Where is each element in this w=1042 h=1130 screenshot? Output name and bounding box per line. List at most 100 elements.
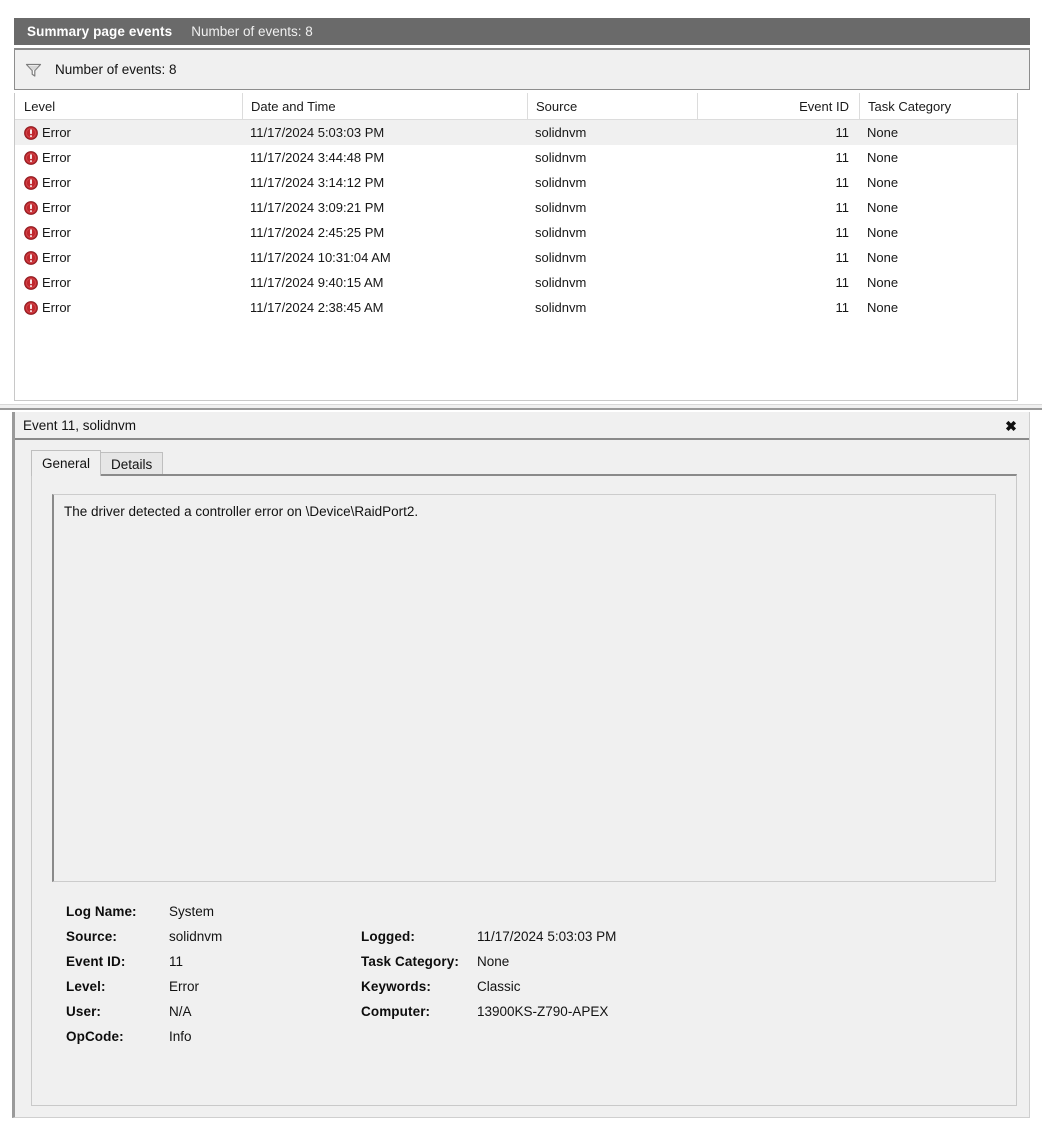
metadata-right-label: Logged:: [361, 929, 415, 944]
cell-level: Error: [15, 120, 242, 145]
error-icon: [24, 175, 38, 190]
cell-date-and-time: 11/17/2024 3:14:12 PM: [250, 175, 385, 190]
level-label: Error: [42, 125, 71, 140]
metadata-left-label: User:: [66, 1004, 102, 1019]
cell-task-category: None: [867, 300, 899, 315]
event-list-body: Error 11/17/2024 5:03:03 PM solidnvm 11 None…: [15, 120, 1017, 320]
event-viewer-window: Summary page events Number of events: 8 …: [0, 0, 1042, 1130]
metadata-right-label: Task Category:: [361, 954, 459, 969]
cell-event-id: 11: [835, 200, 850, 215]
funnel-filter-icon[interactable]: [23, 61, 43, 79]
cell-source: solidnvm: [535, 225, 587, 240]
cell-level: Error: [15, 295, 242, 320]
table-row[interactable]: Error 11/17/2024 2:38:45 AM solidnvm 11 None: [15, 295, 1017, 320]
cell-task-category: None: [867, 175, 899, 190]
level-label: Error: [42, 250, 71, 265]
cell-event-id: 11: [835, 125, 850, 140]
table-row[interactable]: Error 11/17/2024 5:03:03 PM solidnvm 11 None: [15, 120, 1017, 145]
metadata-right-label: Computer:: [361, 1004, 431, 1019]
level-label: Error: [42, 200, 71, 215]
cell-date-and-time: 11/17/2024 10:31:04 AM: [250, 250, 391, 265]
level-label: Error: [42, 150, 71, 165]
general-tab-panel: The driver detected a controller error o…: [31, 474, 1017, 1106]
error-icon: [24, 250, 38, 265]
metadata-right-value: 11/17/2024 5:03:03 PM: [477, 929, 617, 944]
metadata-left-value: Info: [169, 1029, 192, 1044]
column-header-event-id[interactable]: Event ID: [697, 93, 859, 120]
metadata-row: OpCode: Info: [66, 1029, 966, 1054]
metadata-left-value: System: [169, 904, 215, 919]
metadata-left-value: 11: [169, 954, 184, 969]
metadata-row: User: N/A Computer: 13900KS-Z790-APEX: [66, 1004, 966, 1029]
metadata-right-value: 13900KS-Z790-APEX: [477, 1004, 609, 1019]
cell-task-category: None: [867, 150, 899, 165]
table-row[interactable]: Error 11/17/2024 9:40:15 AM solidnvm 11 None: [15, 270, 1017, 295]
column-header-source[interactable]: Source: [527, 93, 697, 120]
metadata-row: Log Name: System: [66, 904, 966, 929]
metadata-left-label: Event ID:: [66, 954, 126, 969]
metadata-left-label: OpCode:: [66, 1029, 124, 1044]
metadata-right-value: Classic: [477, 979, 521, 994]
cell-level: Error: [15, 270, 242, 295]
close-icon[interactable]: ✖: [1001, 416, 1021, 436]
metadata-row: Level: Error Keywords: Classic: [66, 979, 966, 1004]
cell-date-and-time: 11/17/2024 5:03:03 PM: [250, 125, 385, 140]
level-label: Error: [42, 275, 71, 290]
metadata-left-label: Source:: [66, 929, 117, 944]
event-description[interactable]: The driver detected a controller error o…: [52, 494, 996, 882]
cell-event-id: 11: [835, 300, 850, 315]
cell-source: solidnvm: [535, 300, 587, 315]
cell-date-and-time: 11/17/2024 3:09:21 PM: [250, 200, 385, 215]
metadata-left-value: Error: [169, 979, 199, 994]
table-row[interactable]: Error 11/17/2024 3:44:48 PM solidnvm 11 None: [15, 145, 1017, 170]
cell-level: Error: [15, 245, 242, 270]
metadata-right-label: Keywords:: [361, 979, 431, 994]
cell-level: Error: [15, 145, 242, 170]
cell-event-id: 11: [835, 250, 850, 265]
cell-source: solidnvm: [535, 200, 587, 215]
cell-event-id: 11: [835, 175, 850, 190]
level-label: Error: [42, 300, 71, 315]
cell-source: solidnvm: [535, 150, 587, 165]
error-icon: [24, 125, 38, 140]
event-list[interactable]: Level Date and Time Source Event ID Task…: [14, 93, 1018, 401]
cell-task-category: None: [867, 275, 899, 290]
cell-date-and-time: 11/17/2024 2:45:25 PM: [250, 225, 385, 240]
error-icon: [24, 275, 38, 290]
metadata-left-value: N/A: [169, 1004, 192, 1019]
tab-details[interactable]: Details: [100, 452, 164, 476]
metadata-left-value: solidnvm: [169, 929, 223, 944]
pane-splitter[interactable]: [0, 404, 1042, 410]
metadata-row: Source: solidnvm Logged: 11/17/2024 5:03:03…: [66, 929, 966, 954]
event-detail-header: Event 11, solidnvm ✖: [15, 412, 1029, 440]
column-header-task-category[interactable]: Task Category: [859, 93, 1017, 120]
metadata-left-label: Level:: [66, 979, 106, 994]
cell-source: solidnvm: [535, 175, 587, 190]
cell-event-id: 11: [835, 225, 850, 240]
cell-level: Error: [15, 195, 242, 220]
metadata-left-label: Log Name:: [66, 904, 137, 919]
level-label: Error: [42, 175, 71, 190]
column-header-level[interactable]: Level: [15, 93, 242, 120]
column-header-date-and-time[interactable]: Date and Time: [242, 93, 527, 120]
metadata-row: Event ID: 11 Task Category: None: [66, 954, 966, 979]
banner-title: Summary page events: [27, 24, 173, 39]
cell-task-category: None: [867, 250, 899, 265]
error-icon: [24, 150, 38, 165]
cell-task-category: None: [867, 125, 899, 140]
filter-event-count: Number of events: 8: [55, 62, 177, 77]
table-row[interactable]: Error 11/17/2024 3:09:21 PM solidnvm 11 None: [15, 195, 1017, 220]
summary-banner: Summary page events Number of events: 8: [14, 18, 1030, 45]
cell-task-category: None: [867, 200, 899, 215]
cell-date-and-time: 11/17/2024 2:38:45 AM: [250, 300, 384, 315]
cell-date-and-time: 11/17/2024 3:44:48 PM: [250, 150, 385, 165]
filter-bar: Number of events: 8: [14, 48, 1030, 90]
error-icon: [24, 200, 38, 215]
error-icon: [24, 300, 38, 315]
table-row[interactable]: Error 11/17/2024 2:45:25 PM solidnvm 11 None: [15, 220, 1017, 245]
event-detail-pane: Event 11, solidnvm ✖ General Details The…: [12, 412, 1030, 1118]
table-row[interactable]: Error 11/17/2024 10:31:04 AM solidnvm 11 Non…: [15, 245, 1017, 270]
event-metadata-grid: Log Name: System Source: solidnvm Logged: 11/…: [66, 904, 966, 1054]
tab-general[interactable]: General: [31, 450, 102, 476]
table-row[interactable]: Error 11/17/2024 3:14:12 PM solidnvm 11 None: [15, 170, 1017, 195]
